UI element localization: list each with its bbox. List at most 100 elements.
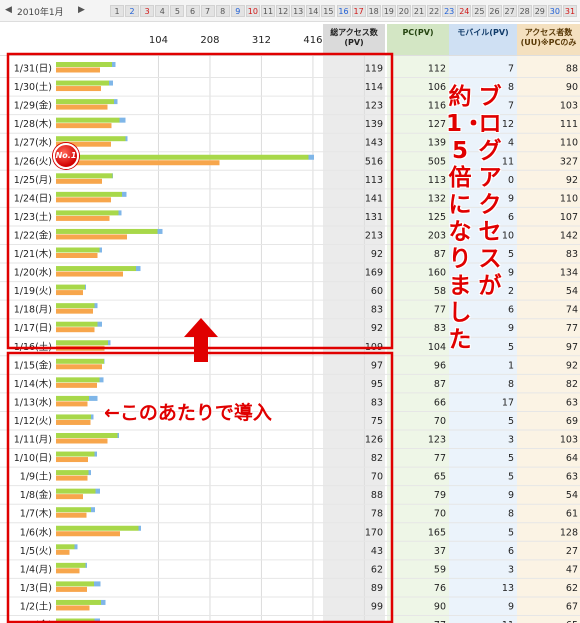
bar-pc: [56, 358, 104, 364]
row-label: 1/15(金): [14, 359, 52, 371]
cell-total-pv: 43: [371, 546, 383, 557]
bar-pc: [56, 507, 91, 513]
cell-unique-users: 103: [560, 435, 578, 446]
cell-unique-users: 111: [560, 119, 578, 130]
cell-pc-pv: 203: [428, 230, 446, 241]
bar-mobile: [94, 303, 98, 309]
row-label: 1/30(土): [14, 81, 52, 93]
bar-unique-users: [56, 86, 101, 92]
cell-unique-users: 64: [566, 453, 578, 464]
cell-mobile-pv: 5: [508, 249, 514, 260]
row-label: 1/9(土): [20, 471, 52, 483]
cell-total-pv: 89: [371, 583, 383, 594]
bar-mobile: [125, 136, 128, 142]
cell-total-pv: 78: [371, 509, 383, 520]
bar-unique-users: [56, 178, 102, 184]
row-label: 1/7(木): [20, 508, 52, 520]
cell-mobile-pv: 7: [508, 101, 514, 112]
row-label: 1/25(月): [14, 175, 52, 186]
cell-pc-pv: 65: [434, 472, 446, 483]
bar-unique-users: [56, 253, 98, 258]
bar-mobile: [112, 62, 116, 67]
bar-mobile: [109, 80, 113, 86]
bar-unique-users: [56, 327, 95, 333]
cell-total-pv: 83: [371, 305, 383, 316]
cell-pc-pv: 87: [434, 379, 446, 390]
cell-unique-users: 63: [566, 472, 578, 483]
cell-unique-users: 62: [566, 583, 578, 594]
bar-pc: [56, 525, 139, 531]
cell-total-pv: 97: [371, 360, 383, 371]
cell-mobile-pv: 6: [508, 546, 514, 557]
cell-pc-pv: 160: [428, 268, 446, 279]
cell-unique-users: 69: [566, 416, 578, 427]
cell-pc-pv: 76: [434, 583, 446, 594]
row-label: 1/2(土): [20, 600, 52, 612]
cell-unique-users: 83: [566, 249, 578, 260]
cell-mobile-pv: 3: [508, 435, 514, 446]
bar-mobile: [122, 191, 127, 197]
bar-pc: [56, 340, 108, 346]
cell-unique-users: 103: [560, 101, 578, 112]
bar-pc: [56, 433, 118, 438]
cell-unique-users: 110: [560, 193, 578, 204]
bar-unique-users: [56, 586, 87, 592]
cell-mobile-pv: 9: [508, 601, 514, 612]
cell-unique-users: 67: [566, 601, 578, 612]
bar-mobile: [114, 99, 118, 105]
row-label: 1/22(金): [14, 229, 52, 241]
cell-pc-pv: 58: [434, 286, 446, 297]
cell-pc-pv: 116: [428, 101, 446, 112]
bar-pc: [56, 414, 91, 420]
cell-mobile-pv: 9: [508, 268, 514, 279]
cell-mobile-pv: 5: [508, 416, 514, 427]
cell-pc-pv: 125: [428, 212, 446, 223]
cell-total-pv: 75: [371, 416, 383, 427]
bar-unique-users: [56, 568, 80, 574]
cell-unique-users: 54: [566, 490, 578, 501]
bar-mobile: [94, 581, 101, 587]
row-label: 1/21(木): [14, 248, 52, 260]
cell-total-pv: 92: [371, 323, 383, 334]
cell-total-pv: 141: [365, 193, 383, 204]
cell-pc-pv: 90: [434, 601, 446, 612]
bar-pc: [56, 470, 89, 476]
cell-mobile-pv: 8: [508, 509, 514, 520]
cell-pc-pv: 106: [428, 82, 446, 93]
bar-pc: [56, 228, 158, 234]
cell-total-pv: 131: [365, 212, 383, 223]
bar-mobile: [157, 228, 163, 234]
cell-mobile-pv: 6: [508, 212, 514, 223]
bar-mobile: [97, 321, 102, 327]
growth-note: ブログアクセスが 約1・5倍になりました: [446, 84, 508, 414]
row-label: 1/28(木): [14, 118, 52, 130]
cell-mobile-pv: 5: [508, 453, 514, 464]
cell-mobile-pv: 3: [508, 564, 514, 575]
bar-unique-users: [56, 494, 83, 500]
row-label: 1/31(日): [14, 64, 52, 75]
bar-pc: [56, 247, 100, 253]
row-label: 1/17(日): [14, 323, 52, 334]
cell-total-pv: 99: [371, 601, 383, 612]
cell-mobile-pv: 8: [508, 82, 514, 93]
cell-unique-users: 77: [566, 323, 578, 334]
cell-unique-users: 97: [566, 342, 578, 353]
cell-mobile-pv: 9: [508, 490, 514, 501]
bar-mobile: [119, 117, 126, 123]
bar-pc: [56, 284, 85, 290]
cell-mobile-pv: 5: [508, 527, 514, 538]
bar-pc: [56, 488, 96, 494]
bar-unique-users: [56, 382, 97, 388]
bar-mobile: [95, 488, 100, 494]
bar-mobile: [112, 173, 113, 179]
bar-unique-users: [56, 308, 93, 314]
cell-total-pv: 143: [365, 138, 383, 149]
bar-pc: [56, 266, 136, 272]
cell-unique-users: 88: [566, 64, 578, 75]
row-label: 1/24(日): [14, 193, 52, 204]
cell-mobile-pv: 9: [508, 193, 514, 204]
bar-unique-users: [56, 215, 110, 221]
cell-pc-pv: 87: [434, 249, 446, 260]
cell-pc-pv: 66: [434, 397, 446, 408]
row-label: 1/13(水): [14, 396, 52, 408]
